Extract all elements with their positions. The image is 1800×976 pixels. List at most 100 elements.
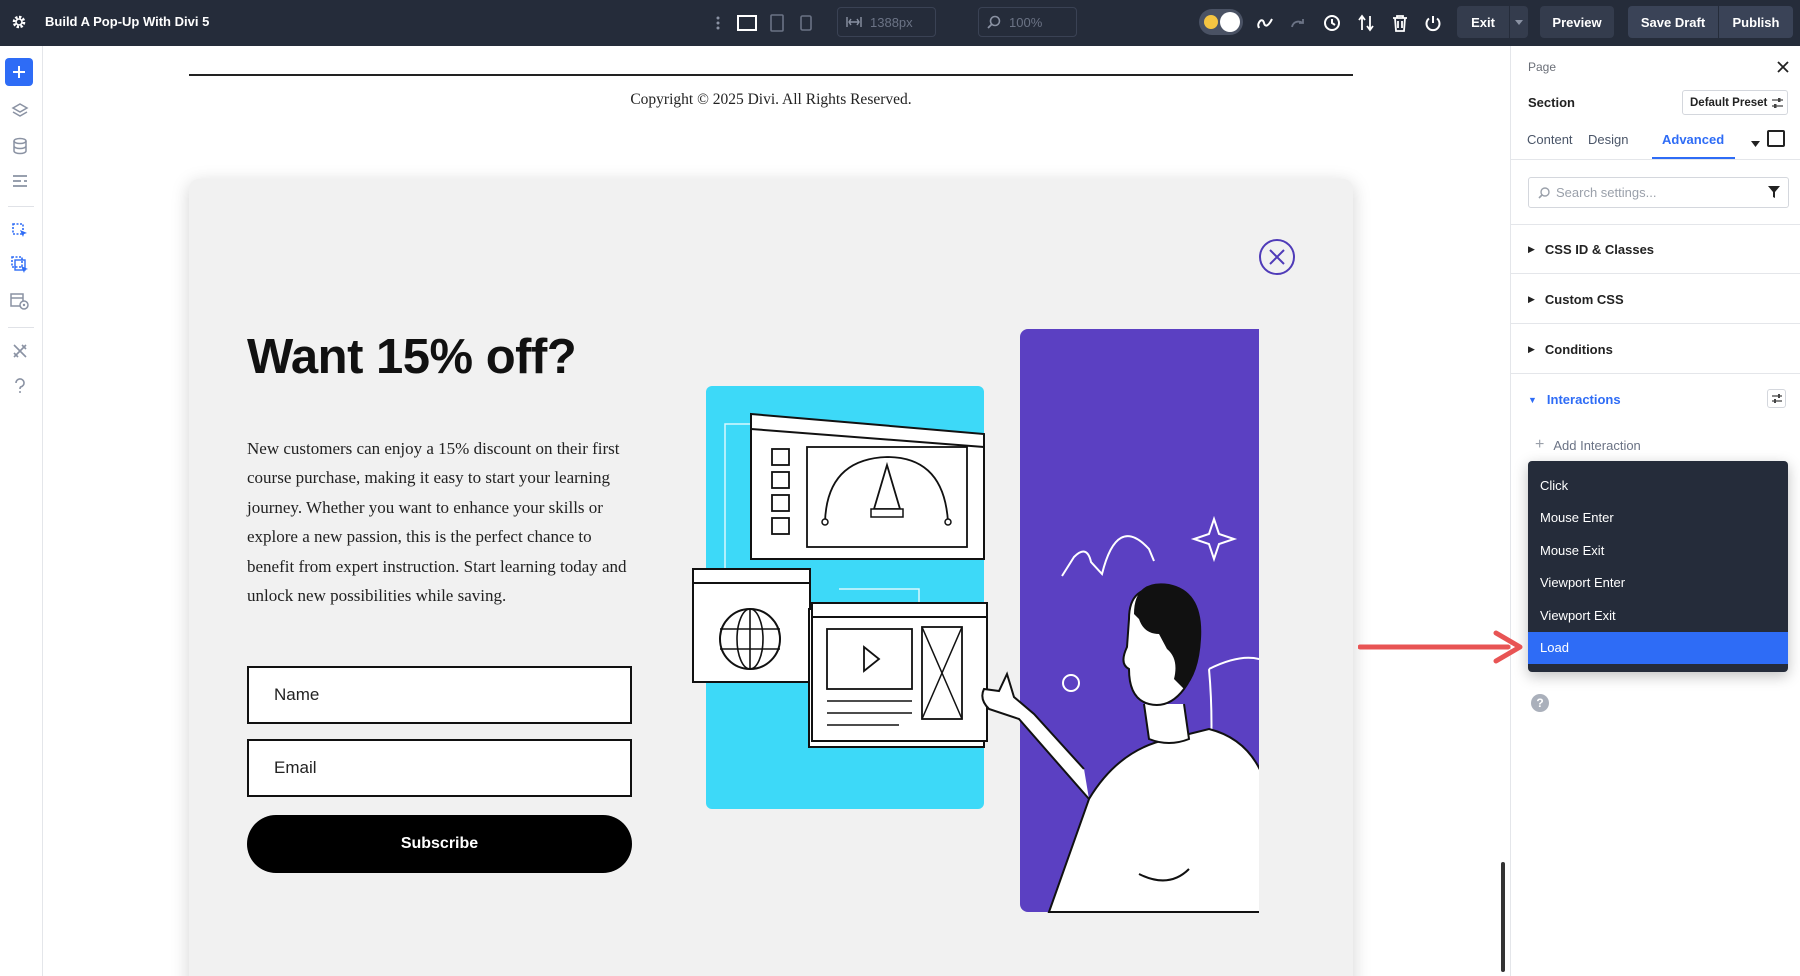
- preset-label: Default Preset: [1690, 97, 1767, 109]
- left-sidebar: [0, 46, 43, 976]
- preview-button[interactable]: Preview: [1540, 6, 1614, 38]
- popup-body-text: New customers can enjoy a 15% discount o…: [247, 434, 642, 610]
- add-interaction-button[interactable]: + Add Interaction: [1535, 436, 1641, 454]
- accordion-interactions[interactable]: ▼ Interactions: [1511, 375, 1800, 424]
- tab-design[interactable]: Design: [1588, 132, 1628, 147]
- add-interaction-label: Add Interaction: [1553, 438, 1640, 453]
- filter-funnel-icon[interactable]: [1768, 186, 1780, 198]
- caret-down-icon: ▼: [1528, 395, 1537, 405]
- video-window-icon: [809, 603, 987, 747]
- tablet-view-icon[interactable]: [765, 11, 789, 35]
- zoom-field[interactable]: 100%: [978, 7, 1077, 37]
- more-vertical-icon[interactable]: [706, 11, 730, 35]
- close-x-icon: [1268, 248, 1286, 266]
- name-input-placeholder: Name: [274, 685, 319, 705]
- dropdown-item-viewport-exit[interactable]: Viewport Exit: [1528, 599, 1788, 632]
- accordion-css-id-classes[interactable]: ▶ CSS ID & Classes: [1511, 225, 1800, 274]
- panel-section-label: Section: [1528, 95, 1575, 110]
- popup-section[interactable]: Want 15% off? New customers can enjoy a …: [189, 179, 1353, 976]
- help-question-icon[interactable]: [5, 371, 35, 401]
- settings-search-input[interactable]: Search settings...: [1528, 177, 1789, 208]
- tab-content[interactable]: Content: [1527, 132, 1573, 147]
- name-input[interactable]: Name: [247, 666, 632, 724]
- canvas-width-field[interactable]: 1388px: [837, 7, 936, 37]
- popup-illustration: [689, 329, 1259, 929]
- email-input[interactable]: Email: [247, 739, 632, 797]
- settings-gear-icon[interactable]: [9, 12, 29, 32]
- desktop-view-icon[interactable]: [735, 11, 759, 35]
- annotation-arrow-icon: [1358, 628, 1530, 668]
- sidebar-divider: [8, 327, 34, 328]
- panel-close-icon[interactable]: [1774, 58, 1792, 76]
- publish-button[interactable]: Publish: [1719, 6, 1793, 38]
- add-module-button[interactable]: [5, 58, 33, 86]
- plus-icon: +: [1535, 436, 1544, 454]
- theme-builder-icon[interactable]: [5, 216, 35, 246]
- dropdown-item-mouse-exit[interactable]: Mouse Exit: [1528, 534, 1788, 567]
- caret-right-icon: ▶: [1528, 244, 1535, 255]
- toggle-knob: [1220, 12, 1240, 32]
- accordion-label: Interactions: [1547, 392, 1621, 407]
- popup-headline: Want 15% off?: [247, 329, 576, 385]
- power-icon[interactable]: [1421, 11, 1445, 35]
- phone-view-icon[interactable]: [794, 11, 818, 35]
- caret-right-icon: ▶: [1528, 294, 1535, 305]
- preset-sliders-icon: [1772, 98, 1783, 108]
- email-input-placeholder: Email: [274, 758, 317, 778]
- accordion-label: Conditions: [1545, 342, 1613, 357]
- accordion-label: CSS ID & Classes: [1545, 242, 1654, 257]
- accordion-conditions[interactable]: ▶ Conditions: [1511, 325, 1800, 374]
- redo-icon[interactable]: [1287, 11, 1311, 35]
- copyright-text: Copyright © 2025 Divi. All Rights Reserv…: [189, 91, 1353, 109]
- page-settings-icon[interactable]: [5, 166, 35, 196]
- exit-button[interactable]: Exit: [1457, 6, 1509, 38]
- subscribe-button[interactable]: Subscribe: [247, 815, 632, 873]
- search-icon: [1538, 187, 1550, 199]
- exit-dropdown-button[interactable]: [1510, 6, 1528, 38]
- layers-icon[interactable]: [5, 96, 35, 126]
- width-arrows-icon: [846, 16, 862, 28]
- globe-window-icon: [693, 569, 810, 682]
- footer-divider: [189, 74, 1353, 76]
- popup-close-button[interactable]: [1259, 239, 1295, 275]
- history-clock-icon[interactable]: [1320, 11, 1344, 35]
- pen-tool-window-icon: [751, 414, 984, 559]
- zoom-search-icon: [987, 15, 1001, 29]
- sort-arrows-icon[interactable]: [1354, 11, 1378, 35]
- preset-selector[interactable]: Default Preset: [1682, 90, 1788, 115]
- dropdown-item-click[interactable]: Click: [1528, 469, 1788, 502]
- tabs-divider: [1511, 159, 1800, 160]
- sidebar-divider: [8, 206, 34, 207]
- accordion-custom-css[interactable]: ▶ Custom CSS: [1511, 275, 1800, 324]
- wireframe-icon[interactable]: [1253, 11, 1277, 35]
- help-circle-icon[interactable]: ?: [1531, 694, 1549, 712]
- responsive-square-icon[interactable]: [1767, 130, 1785, 147]
- caret-down-icon: [1515, 20, 1523, 25]
- trash-icon[interactable]: [1388, 11, 1412, 35]
- interactions-preset-icon[interactable]: [1767, 389, 1786, 408]
- dropdown-item-viewport-enter[interactable]: Viewport Enter: [1528, 567, 1788, 600]
- panel-breadcrumb: Page: [1528, 60, 1556, 74]
- search-placeholder: Search settings...: [1556, 185, 1656, 200]
- canvas-scrollbar[interactable]: [1501, 862, 1505, 972]
- tab-advanced[interactable]: Advanced: [1662, 132, 1724, 147]
- page-title: Build A Pop-Up With Divi 5: [45, 14, 209, 29]
- tools-icon[interactable]: [5, 336, 35, 366]
- portability-icon[interactable]: [5, 286, 35, 316]
- save-draft-button[interactable]: Save Draft: [1628, 6, 1718, 38]
- plus-icon: [13, 66, 25, 78]
- canvas-width-value: 1388px: [870, 15, 913, 30]
- dropdown-item-mouse-enter[interactable]: Mouse Enter: [1528, 502, 1788, 535]
- templates-icon[interactable]: [5, 250, 35, 280]
- accordion-label: Custom CSS: [1545, 292, 1624, 307]
- zoom-value: 100%: [1009, 15, 1042, 30]
- database-icon[interactable]: [5, 131, 35, 161]
- interaction-trigger-dropdown: Click Mouse Enter Mouse Exit Viewport En…: [1528, 461, 1788, 672]
- dropdown-item-load[interactable]: Load: [1528, 632, 1788, 665]
- sun-icon: [1204, 15, 1218, 29]
- caret-right-icon: ▶: [1528, 344, 1535, 355]
- page-canvas: Copyright © 2025 Divi. All Rights Reserv…: [43, 46, 1510, 976]
- top-toolbar: Build A Pop-Up With Divi 5 1388px 100%: [0, 0, 1800, 46]
- theme-toggle[interactable]: [1199, 9, 1243, 35]
- tab-more-caret-icon[interactable]: [1751, 134, 1760, 152]
